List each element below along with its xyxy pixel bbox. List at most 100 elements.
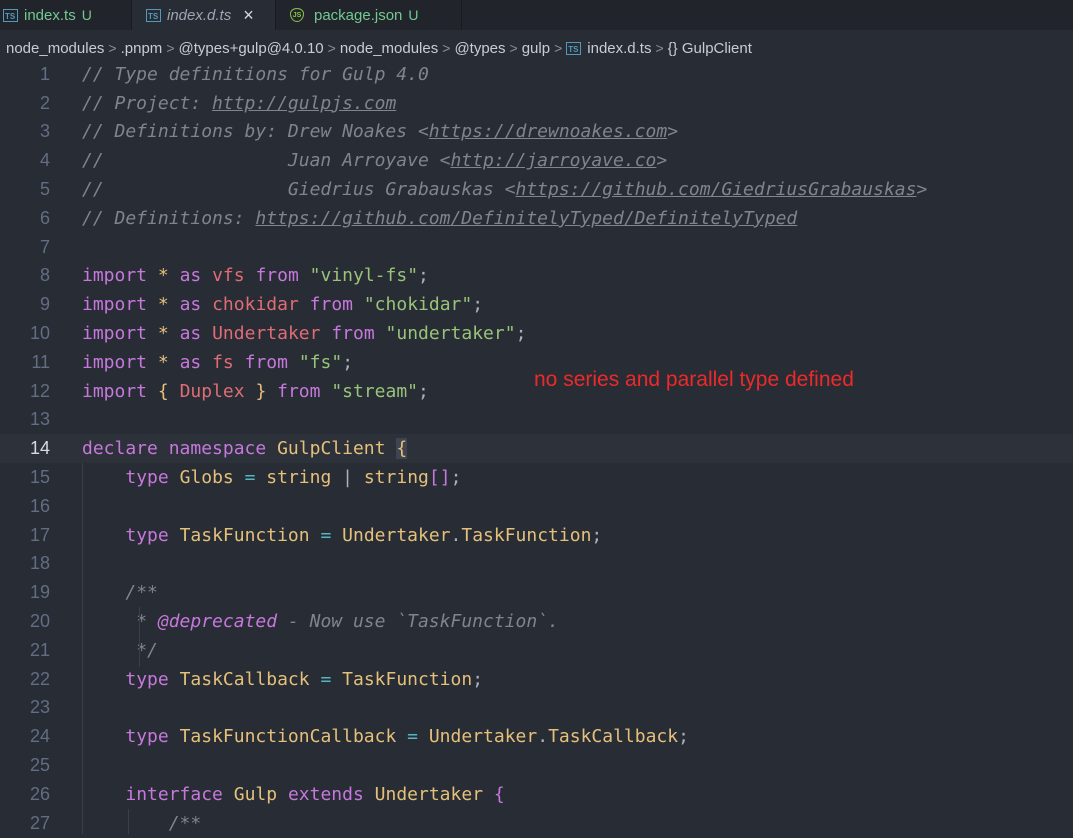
link[interactable]: https://drewnoakes.com: [429, 121, 667, 142]
code-line-current: 14 declare namespace GulpClient {: [0, 434, 1073, 464]
code-line: 8 import * as vfs from "vinyl-fs";: [0, 262, 1073, 291]
code-text: // Definitions by: Drew Noakes <https://…: [82, 121, 679, 143]
code-text: interface Gulp extends Undertaker {: [125, 783, 505, 805]
code-text: // Giedrius Grabauskas <https://github.c…: [82, 179, 928, 201]
chevron-right-icon: >: [327, 40, 336, 56]
untracked-badge: U: [408, 7, 419, 23]
code-text: */: [125, 639, 158, 661]
line-number: 1: [39, 63, 50, 84]
typescript-icon: TS: [566, 41, 582, 55]
chevron-right-icon: >: [442, 40, 451, 56]
code-line: 1 // Type definitions for Gulp 4.0: [0, 60, 1073, 89]
tab-package-json[interactable]: JS package.json U: [276, 0, 462, 30]
line-number: 7: [39, 236, 50, 257]
code-text: // Type definitions for Gulp 4.0: [82, 63, 429, 85]
line-number: 3: [39, 121, 50, 142]
chevron-right-icon: >: [108, 40, 117, 56]
link[interactable]: https://github.com/DefinitelyTyped/Defin…: [255, 208, 797, 229]
code-text: // Project: http://gulpjs.com: [82, 92, 397, 114]
code-line: 9 import * as chokidar from "chokidar";: [0, 290, 1073, 319]
chevron-right-icon: >: [166, 40, 175, 56]
code-line: 10 import * as Undertaker from "undertake…: [0, 319, 1073, 348]
indent-guide: [139, 607, 140, 667]
typescript-icon: TS: [146, 8, 161, 22]
code-line: 26 interface Gulp extends Undertaker {: [0, 780, 1073, 809]
chevron-right-icon: >: [509, 40, 518, 56]
indent-guide: [82, 463, 83, 834]
breadcrumb-item[interactable]: @types+gulp@4.0.10: [179, 40, 324, 57]
breadcrumb-item[interactable]: node_modules: [6, 40, 104, 57]
line-number: 18: [29, 553, 50, 574]
line-number: 13: [29, 409, 50, 430]
line-number: 14: [29, 438, 50, 459]
line-number: 4: [39, 150, 50, 171]
breadcrumb-item[interactable]: .pnpm: [121, 40, 163, 57]
line-number: 11: [31, 351, 50, 372]
code-line: 13: [0, 406, 1073, 435]
code-line: 19 /**: [0, 578, 1073, 607]
breadcrumb-symbol[interactable]: {} GulpClient: [668, 40, 752, 57]
line-number: 10: [29, 323, 50, 344]
tab-label: index.ts: [24, 6, 76, 24]
code-text: import * as fs from "fs";: [82, 351, 354, 373]
breadcrumb-item[interactable]: node_modules: [340, 40, 438, 57]
code-line: 24 type TaskFunctionCallback = Undertake…: [0, 722, 1073, 751]
annotation-text: no series and parallel type defined: [534, 368, 854, 391]
chevron-right-icon: >: [554, 40, 563, 56]
line-number: 2: [39, 92, 50, 113]
node-js-icon: JS: [290, 8, 304, 22]
breadcrumb-item[interactable]: @types: [454, 40, 505, 57]
code-line: 20 * @deprecated - Now use `TaskFunction…: [0, 607, 1073, 636]
code-text: type TaskFunction = Undertaker.TaskFunct…: [125, 524, 603, 546]
breadcrumb: node_modules > .pnpm > @types+gulp@4.0.1…: [0, 34, 1073, 62]
code-text: * @deprecated - Now use `TaskFunction`.: [125, 611, 559, 633]
indent-guide: [128, 809, 129, 834]
line-number: 5: [39, 179, 50, 200]
code-text: import * as vfs from "vinyl-fs";: [82, 265, 429, 287]
bracket-match: {: [396, 438, 408, 460]
line-number: 16: [29, 495, 50, 516]
line-number: 20: [29, 611, 50, 632]
code-line: 4 // Juan Arroyave <http://jarroyave.co>: [0, 146, 1073, 175]
line-number: 9: [39, 294, 50, 315]
tab-label: package.json: [314, 6, 403, 24]
line-number: 6: [39, 207, 50, 228]
untracked-badge: U: [81, 7, 92, 23]
line-number: 26: [29, 783, 50, 804]
line-number: 8: [39, 265, 50, 286]
tab-bar: TS index.ts U TS index.d.ts × JS package…: [0, 0, 1073, 30]
code-text: import { Duplex } from "stream";: [82, 380, 429, 402]
tab-label: index.d.ts: [167, 6, 232, 24]
close-icon[interactable]: ×: [243, 6, 254, 24]
tab-index-d-ts[interactable]: TS index.d.ts ×: [132, 0, 276, 30]
code-line: 22 type TaskCallback = TaskFunction;: [0, 665, 1073, 694]
code-line: 17 type TaskFunction = Undertaker.TaskFu…: [0, 521, 1073, 550]
typescript-icon: TS: [3, 8, 18, 22]
code-line: 23: [0, 694, 1073, 723]
code-text: // Definitions: https://github.com/Defin…: [82, 207, 798, 229]
code-text: import * as chokidar from "chokidar";: [82, 294, 484, 316]
line-number: 21: [29, 639, 50, 660]
code-line: 7: [0, 233, 1073, 262]
breadcrumb-item[interactable]: index.d.ts: [587, 40, 651, 57]
link[interactable]: http://jarroyave.co: [450, 150, 656, 171]
line-number: 23: [29, 697, 50, 718]
tab-index-ts[interactable]: TS index.ts U: [0, 0, 132, 30]
code-text: declare namespace GulpClient {: [82, 438, 408, 460]
line-number: 17: [29, 524, 50, 545]
code-line: 18: [0, 550, 1073, 579]
line-number: 19: [29, 582, 50, 603]
breadcrumb-item[interactable]: gulp: [522, 40, 550, 57]
code-text: import * as Undertaker from "undertaker"…: [82, 323, 527, 345]
code-line: 6 // Definitions: https://github.com/Defi…: [0, 204, 1073, 233]
line-number: 24: [29, 726, 50, 747]
link[interactable]: https://github.com/GiedriusGrabauskas: [515, 179, 916, 200]
line-number: 22: [29, 668, 50, 689]
code-line: 27 /**: [0, 809, 1073, 838]
code-text: type Globs = string | string[];: [125, 467, 462, 489]
code-text: type TaskFunctionCallback = Undertaker.T…: [125, 726, 689, 748]
code-editor[interactable]: 1 // Type definitions for Gulp 4.0 2 // Pr…: [0, 60, 1073, 838]
link[interactable]: http://gulpjs.com: [212, 93, 396, 114]
code-text: type TaskCallback = TaskFunction;: [125, 668, 484, 690]
code-line: 15 type Globs = string | string[];: [0, 463, 1073, 492]
